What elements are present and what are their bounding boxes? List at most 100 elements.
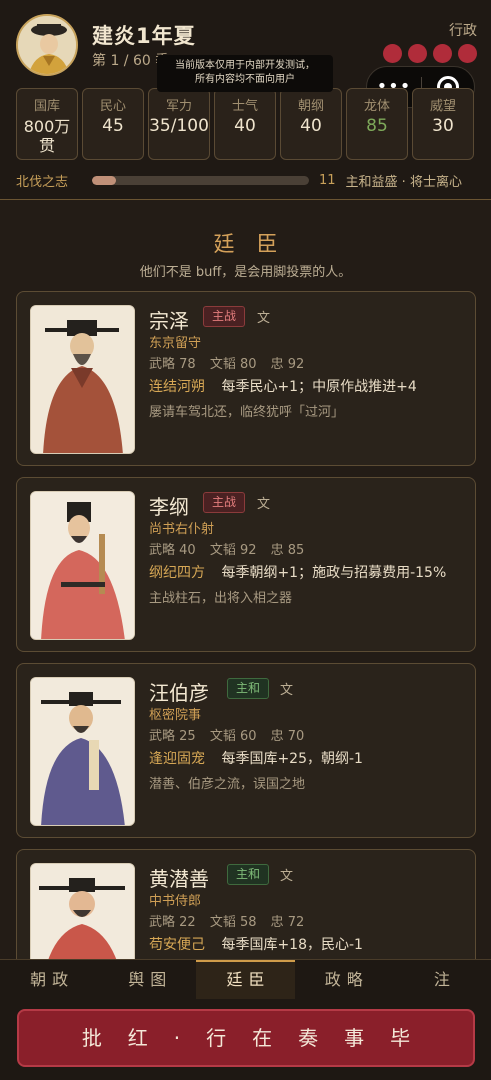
minister-attributes: 武略 25 文韬 60 忠 70 — [149, 725, 314, 744]
stance-badge: 主和 — [227, 864, 270, 885]
status-header: 建炎1年夏 第 1 / 60 季 行政 ••• 国库 800万贯 民心 45 军… — [0, 0, 491, 200]
stats-row: 国库 800万贯 民心 45 军力 35/100 士气 40 朝纲 40 龙体 … — [16, 88, 474, 160]
minister-name: 黄潜善 — [149, 867, 209, 891]
attr-civil: 文韬 92 — [209, 543, 257, 558]
stance-badge: 主和 — [227, 678, 270, 699]
trait-name: 逢迎固宠 — [149, 751, 205, 767]
action-bar: 批红·行在奏事毕 — [0, 999, 491, 1080]
stat-label: 国库 — [33, 99, 60, 114]
attr-martial: 武略 25 — [149, 729, 196, 744]
trait-name: 纲纪四方 — [149, 565, 205, 581]
dev-notice-line: 当前版本仅用于内部开发测试， — [175, 60, 315, 71]
stat-prestige[interactable]: 威望 30 — [412, 88, 474, 160]
progress-count: 11 — [319, 172, 336, 188]
attr-martial: 武略 78 — [149, 357, 196, 372]
stat-morale[interactable]: 士气 40 — [214, 88, 276, 160]
minister-trait: 纲纪四方 每季朝纲+1；施政与招募费用-15% — [149, 562, 446, 582]
tab-ministers[interactable]: 廷臣 — [196, 960, 295, 999]
minister-note: 屡请车驾北还，临终犹呼「过河」 — [149, 405, 345, 420]
minister-post: 东京留守 — [149, 336, 202, 351]
stat-value: 35/100 — [149, 116, 209, 136]
bottom-tab-bar: 朝政 舆图 廷臣 政略 注 — [0, 959, 491, 999]
minister-trait: 苟安便己 每季国库+18，民心-1 — [149, 934, 363, 954]
minister-trait: 逢迎固宠 每季国库+25，朝纲-1 — [149, 748, 363, 768]
minister-trait: 连结河朔 每季民心+1；中原作战推进+4 — [149, 376, 417, 396]
reign-title: 建炎1年夏 — [92, 24, 196, 48]
tab-map[interactable]: 舆图 — [98, 960, 196, 999]
minister-name: 李纲 — [149, 495, 189, 519]
stat-treasury[interactable]: 国库 800万贯 — [16, 88, 78, 160]
stat-label: 士气 — [231, 99, 258, 114]
action-point-dot — [433, 44, 452, 63]
minister-attributes: 武略 78 文韬 80 忠 92 — [149, 353, 314, 372]
stat-label: 龙体 — [363, 99, 390, 114]
stat-popular-support[interactable]: 民心 45 — [82, 88, 144, 160]
tab-notes[interactable]: 注 — [393, 960, 491, 999]
northern-expedition-progress: 北伐之志 11 主和益盛 · 将士离心 — [16, 171, 476, 190]
stat-value: 45 — [102, 116, 124, 136]
action-point-dot — [383, 44, 402, 63]
minister-note: 主战柱石，出将入相之器 — [149, 591, 293, 606]
end-turn-button[interactable]: 批红·行在奏事毕 — [17, 1009, 475, 1067]
minister-card[interactable]: 李纲 主战 文 尚书右仆射 武略 40 文韬 92 忠 85 纲纪四方 每季朝纲… — [16, 477, 476, 652]
minister-portrait — [30, 491, 135, 640]
emperor-avatar[interactable] — [16, 14, 78, 76]
trait-name: 连结河朔 — [149, 379, 205, 395]
dev-notice-line: 所有内容均不面向用户 — [195, 74, 295, 85]
minister-attributes: 武略 40 文韬 92 忠 85 — [149, 539, 314, 558]
minister-card[interactable]: 宗泽 主战 文 东京留守 武略 78 文韬 80 忠 92 连结河朔 每季民心+… — [16, 291, 476, 466]
stat-label: 威望 — [429, 99, 456, 114]
trait-effect: 每季国库+25，朝纲-1 — [221, 751, 363, 767]
minister-post: 枢密院事 — [149, 708, 202, 723]
minister-attributes: 武略 22 文韬 58 忠 72 — [149, 911, 314, 930]
trait-effect: 每季国库+18，民心-1 — [221, 937, 363, 953]
trait-effect: 每季民心+1；中原作战推进+4 — [221, 379, 417, 395]
stat-emperor-health[interactable]: 龙体 85 — [346, 88, 408, 160]
progress-status: 主和益盛 · 将士离心 — [345, 174, 462, 190]
attr-martial: 武略 22 — [149, 915, 196, 930]
minister-card[interactable]: 汪伯彦 主和 文 枢密院事 武略 25 文韬 60 忠 70 逢迎固宠 每季国库… — [16, 663, 476, 838]
dev-notice-tooltip: 当前版本仅用于内部开发测试， 所有内容均不面向用户 — [157, 55, 333, 92]
minister-note: 潜善、伯彦之流，误国之地 — [149, 777, 306, 792]
trait-name: 苟安便己 — [149, 937, 205, 953]
attr-loyalty: 忠 72 — [270, 915, 305, 930]
stat-value: 30 — [432, 116, 454, 136]
minister-type: 文 — [280, 683, 294, 698]
stance-badge: 主战 — [203, 306, 246, 327]
minister-name: 汪伯彦 — [149, 681, 209, 705]
attr-loyalty: 忠 85 — [270, 543, 305, 558]
stat-value: 40 — [300, 116, 322, 136]
progress-bar — [92, 175, 309, 185]
attr-civil: 文韬 58 — [209, 915, 257, 930]
attr-loyalty: 忠 70 — [270, 729, 305, 744]
attr-loyalty: 忠 92 — [270, 357, 305, 372]
minister-portrait — [30, 677, 135, 826]
stat-label: 朝纲 — [297, 99, 324, 114]
stat-military[interactable]: 军力 35/100 — [148, 88, 210, 160]
stat-value: 85 — [366, 116, 388, 136]
administration-label: 行政 — [449, 23, 477, 39]
action-point-dot — [408, 44, 427, 63]
action-points — [383, 44, 477, 63]
progress-fill — [92, 175, 116, 185]
stat-court-order[interactable]: 朝纲 40 — [280, 88, 342, 160]
attr-martial: 武略 40 — [149, 543, 196, 558]
tab-court-affairs[interactable]: 朝政 — [0, 960, 98, 999]
page-subtitle: 他们不是 buff，是会用脚投票的人。 — [139, 265, 352, 280]
stat-value: 800万贯 — [23, 117, 71, 155]
minister-post: 中书侍郎 — [149, 894, 202, 909]
stat-label: 民心 — [99, 99, 126, 114]
minister-portrait — [30, 305, 135, 454]
stat-label: 军力 — [165, 99, 192, 114]
stat-value: 40 — [234, 116, 256, 136]
minister-post: 尚书右仆射 — [149, 522, 215, 537]
progress-label: 北伐之志 — [16, 174, 69, 190]
action-point-dot — [458, 44, 477, 63]
stance-badge: 主战 — [203, 492, 246, 513]
tab-policy[interactable]: 政略 — [295, 960, 393, 999]
minister-type: 文 — [280, 869, 294, 884]
page-title: 廷臣 — [213, 232, 300, 256]
minister-type: 文 — [257, 497, 271, 512]
attr-civil: 文韬 60 — [209, 729, 257, 744]
attr-civil: 文韬 80 — [209, 357, 257, 372]
